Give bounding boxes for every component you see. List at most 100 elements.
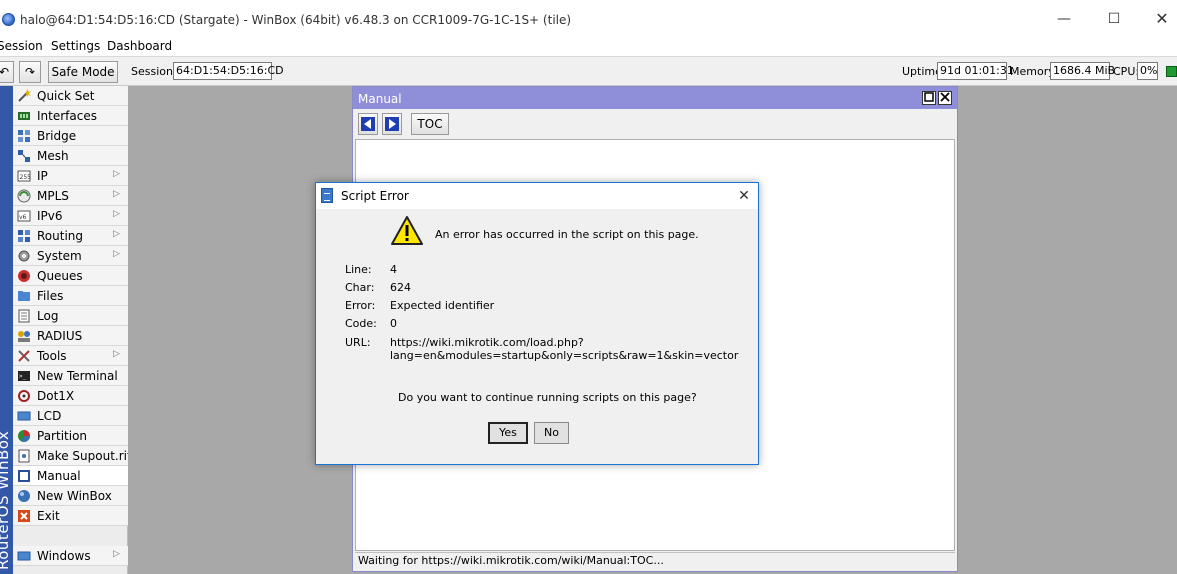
menu-session[interactable]: Session <box>0 39 43 53</box>
routeros-banner: RouterOS WinBox <box>0 86 13 574</box>
sidebar-item-queues[interactable]: Queues <box>13 266 128 286</box>
toc-button[interactable]: TOC <box>411 113 449 135</box>
sidebar-item-new-winbox[interactable]: New WinBox <box>13 486 128 506</box>
memory-field: 1686.4 MiB <box>1050 62 1115 80</box>
url-value-line2: lang=en&modules=startup&only=scripts&raw… <box>390 349 739 362</box>
radius-icon <box>18 331 30 342</box>
continue-question: Do you want to continue running scripts … <box>398 391 697 404</box>
sidebar-item-quick-set[interactable]: Quick Set <box>13 86 128 106</box>
routing-icon <box>18 230 30 242</box>
submenu-arrow-icon: ▷ <box>113 549 120 559</box>
error-message: An error has occurred in the script on t… <box>435 228 699 241</box>
sidebar-item-files[interactable]: Files <box>13 286 128 306</box>
sidebar-item-ipv6[interactable]: v6 IPv6 ▷ <box>13 206 128 226</box>
sidebar-item-tools[interactable]: Tools ▷ <box>13 346 128 366</box>
wand-icon <box>18 89 31 102</box>
manual-icon <box>18 470 30 482</box>
manual-toolbar: TOC <box>353 109 957 139</box>
sidebar-item-routing[interactable]: Routing ▷ <box>13 226 128 246</box>
undo-button[interactable]: ↶ <box>0 61 14 83</box>
dialog-title: Script Error <box>341 189 409 203</box>
close-icon <box>940 92 950 102</box>
partition-icon <box>18 430 30 442</box>
line-value: 4 <box>390 263 397 276</box>
manual-title-bar[interactable]: Manual <box>353 87 957 109</box>
winbox-icon <box>18 490 30 502</box>
maximize-icon <box>924 92 934 102</box>
sidebar-item-dot1x[interactable]: Dot1X <box>13 386 128 406</box>
sidebar-item-lcd[interactable]: LCD <box>13 406 128 426</box>
yes-button[interactable]: Yes <box>488 422 528 444</box>
sidebar-item-radius[interactable]: RADIUS <box>13 326 128 346</box>
sidebar-item-ip[interactable]: 255 IP ▷ <box>13 166 128 186</box>
dot1x-icon <box>18 390 30 402</box>
submenu-arrow-icon: ▷ <box>113 169 120 179</box>
url-value: https://wiki.mikrotik.com/load.php? <box>390 336 584 349</box>
submenu-arrow-icon: ▷ <box>113 189 120 199</box>
supout-icon <box>18 449 30 463</box>
manual-maximize-button[interactable] <box>922 91 936 105</box>
safe-mode-button[interactable]: Safe Mode <box>48 61 118 83</box>
ipv6-icon: v6 <box>17 210 31 222</box>
forward-button[interactable] <box>382 113 402 135</box>
banner-text: RouterOS WinBox <box>0 430 12 570</box>
sidebar-item-make-supout[interactable]: Make Supout.rif <box>13 446 131 466</box>
sidebar-item-exit[interactable]: Exit <box>13 506 128 526</box>
menu-bar: Session Settings Dashboard <box>0 38 1177 56</box>
lcd-icon <box>17 411 31 421</box>
close-button[interactable]: ✕ <box>1148 8 1176 30</box>
menu-dashboard[interactable]: Dashboard <box>107 39 172 53</box>
dialog-close-button[interactable]: ✕ <box>734 186 754 206</box>
script-error-dialog: Script Error ✕ An error has occurred in … <box>315 182 759 465</box>
url-label: URL: <box>345 336 371 349</box>
main-toolbar: ↶ ↷ Safe Mode Session: 64:D1:54:D5:16:CD… <box>0 56 1177 86</box>
submenu-arrow-icon: ▷ <box>113 209 120 219</box>
dialog-title-bar[interactable]: Script Error ✕ <box>316 183 758 209</box>
exit-icon <box>18 510 30 522</box>
sidebar-item-new-terminal[interactable]: >_ New Terminal <box>13 366 128 386</box>
svg-text:255: 255 <box>20 174 32 181</box>
line-label: Line: <box>345 263 372 276</box>
sidebar-item-manual[interactable]: Manual <box>13 466 128 486</box>
sidebar-item-bridge[interactable]: Bridge <box>13 126 128 146</box>
svg-text:>_: >_ <box>19 373 27 380</box>
sidebar-item-system[interactable]: System ▷ <box>13 246 128 266</box>
char-value: 624 <box>390 281 411 294</box>
bridge-icon <box>18 130 30 142</box>
sidebar-item-interfaces[interactable]: Interfaces <box>13 106 128 126</box>
sidebar-item-mpls[interactable]: MPLS ▷ <box>13 186 128 206</box>
folder-icon <box>18 291 30 301</box>
cpu-label: CPU: <box>1113 65 1140 78</box>
terminal-icon: >_ <box>18 371 30 381</box>
minimize-button[interactable]: — <box>1050 8 1078 30</box>
manual-title: Manual <box>358 92 402 106</box>
status-led <box>1166 66 1177 77</box>
tools-icon <box>18 350 30 362</box>
gear-icon <box>18 250 30 262</box>
maximize-button[interactable]: ☐ <box>1100 8 1128 30</box>
sidebar-item-partition[interactable]: Partition <box>13 426 128 446</box>
code-label: Code: <box>345 317 377 330</box>
sidebar-item-log[interactable]: Log <box>13 306 128 326</box>
manual-status-bar: Waiting for https://wiki.mikrotik.com/wi… <box>355 552 955 570</box>
sidebar: Quick Set Interfaces Bridge Mesh 255 IP … <box>13 86 131 574</box>
interfaces-icon <box>18 112 30 120</box>
no-button[interactable]: No <box>534 422 569 444</box>
svg-text:v6: v6 <box>19 214 27 221</box>
sidebar-item-windows[interactable]: Windows ▷ <box>13 546 128 566</box>
menu-settings[interactable]: Settings <box>51 39 100 53</box>
back-button[interactable] <box>358 113 378 135</box>
manual-close-button[interactable] <box>938 91 952 105</box>
queues-icon <box>18 270 30 282</box>
page-icon <box>321 188 333 203</box>
log-icon <box>18 309 30 323</box>
uptime-field: 91d 01:01:31 <box>937 62 1014 80</box>
redo-button[interactable]: ↷ <box>19 61 41 83</box>
submenu-arrow-icon: ▷ <box>113 249 120 259</box>
sidebar-item-mesh[interactable]: Mesh <box>13 146 128 166</box>
char-label: Char: <box>345 281 375 294</box>
error-label: Error: <box>345 299 376 312</box>
code-value: 0 <box>390 317 397 330</box>
arrow-left-icon <box>361 117 375 131</box>
winbox-app-icon <box>2 13 15 26</box>
